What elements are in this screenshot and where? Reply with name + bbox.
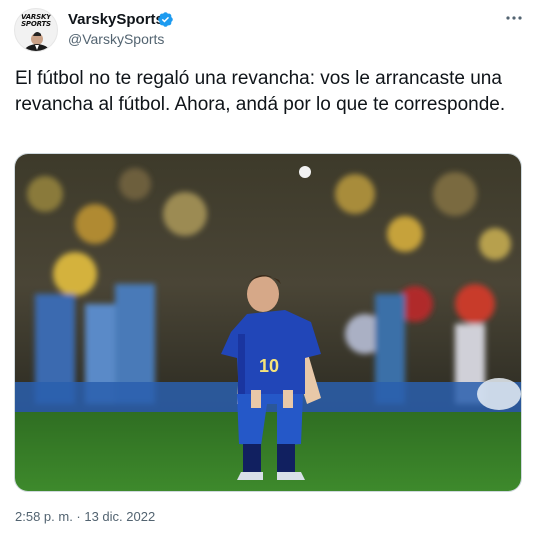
avatar[interactable]: VARSKY SPORTS (14, 8, 58, 52)
author-name[interactable]: VarskySports (68, 11, 164, 28)
tweet-text: El fútbol no te regaló una revancha: vos… (15, 68, 506, 115)
verified-badge-icon (158, 12, 173, 27)
jersey-number: 10 (259, 356, 279, 376)
tweet-timestamp[interactable]: 2:58 p. m. · 13 dic. 2022 (15, 509, 155, 524)
tweet-card: VARSKY SPORTS VarskySports @VarskySports… (0, 0, 539, 539)
tweet-photo[interactable]: 10 (14, 153, 522, 492)
more-options-icon[interactable] (503, 10, 525, 26)
author-handle[interactable]: @VarskySports (68, 31, 164, 47)
avatar-person-icon (23, 32, 51, 51)
photo-player-scene: 10 (15, 154, 521, 491)
